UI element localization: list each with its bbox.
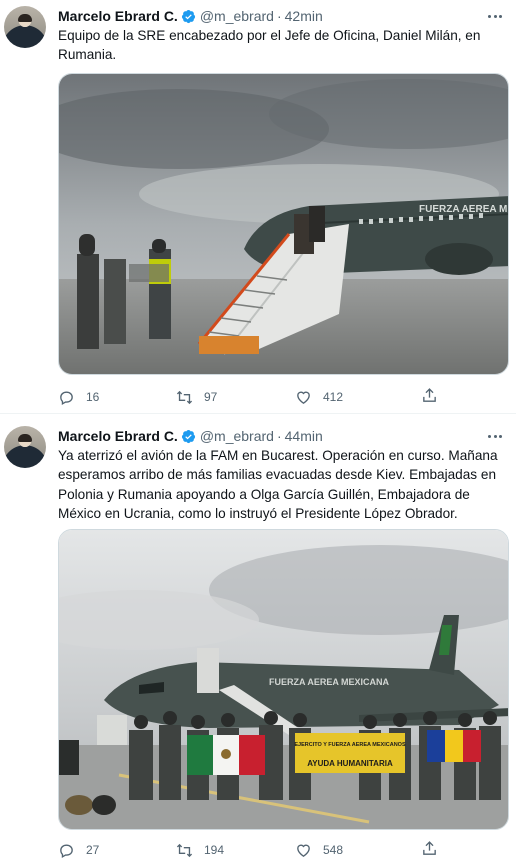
banner-main-text: AYUDA HUMANITARIA [307,759,393,768]
reply-button[interactable]: 16 [58,387,99,407]
like-icon [297,844,310,857]
separator-dot: · [276,8,282,24]
like-count: 548 [323,843,344,857]
more-options-icon[interactable] [484,427,506,445]
author-name[interactable]: Marcelo Ebrard C. [58,8,178,24]
share-icon [423,841,436,855]
reply-count: 27 [86,843,100,857]
share-button[interactable] [421,387,438,407]
verified-badge-icon [181,429,195,443]
retweet-button[interactable]: 194 [176,840,224,860]
tweet-text: Ya aterrizó el avión de la FAM en Bucare… [58,448,498,521]
plane-label: FUERZA AEREA MEXICANA [419,204,509,215]
author-handle[interactable]: @m_ebrard [200,428,274,444]
share-button[interactable] [421,840,438,860]
like-icon [297,391,310,404]
timestamp[interactable]: 42min [285,8,323,24]
like-count: 412 [323,390,344,404]
tweet-2[interactable]: Marcelo Ebrard C. @m_ebrard · 44min Ya a… [0,413,516,861]
author-handle[interactable]: @m_ebrard [200,8,274,24]
avatar[interactable] [4,6,46,48]
tweet-photo[interactable]: FUERZA AEREA MEXICANA EJERCITO Y FUERZA … [58,529,509,830]
verified-badge-icon [181,9,195,23]
photo-crew-banner: FUERZA AEREA MEXICANA EJERCITO Y FUERZA … [59,530,508,829]
avatar[interactable] [4,426,46,468]
retweet-count: 194 [204,843,225,857]
tweet-photo[interactable]: FUERZA AEREA MEXICANA [58,73,509,375]
reply-count: 16 [86,390,100,404]
tweet-actions: 27 194 548 [58,840,498,860]
share-icon [423,388,436,402]
banner-top-text: EJERCITO Y FUERZA AEREA MEXICANOS [294,742,406,748]
timestamp[interactable]: 44min [285,428,323,444]
tweet-text: Equipo de la SRE encabezado por el Jefe … [58,28,481,63]
like-button[interactable]: 412 [295,387,343,407]
like-button[interactable]: 548 [295,840,343,860]
tweet-1[interactable]: Marcelo Ebrard C. @m_ebrard · 42min Equi… [0,0,516,413]
retweet-count: 97 [204,390,218,404]
photo-plane-stairs: FUERZA AEREA MEXICANA [59,74,509,374]
plane-label: FUERZA AEREA MEXICANA [269,677,390,687]
more-options-icon[interactable] [484,7,506,25]
reply-icon [60,391,73,405]
tweet-header: Marcelo Ebrard C. @m_ebrard · 44min [58,426,323,446]
retweet-icon [176,843,193,857]
separator-dot: · [276,428,282,444]
retweet-button[interactable]: 97 [176,387,217,407]
reply-icon [60,844,73,858]
reply-button[interactable]: 27 [58,840,99,860]
tweet-actions: 16 97 412 [58,387,498,407]
tweet-header: Marcelo Ebrard C. @m_ebrard · 42min [58,6,323,26]
retweet-icon [176,390,193,404]
author-name[interactable]: Marcelo Ebrard C. [58,428,178,444]
